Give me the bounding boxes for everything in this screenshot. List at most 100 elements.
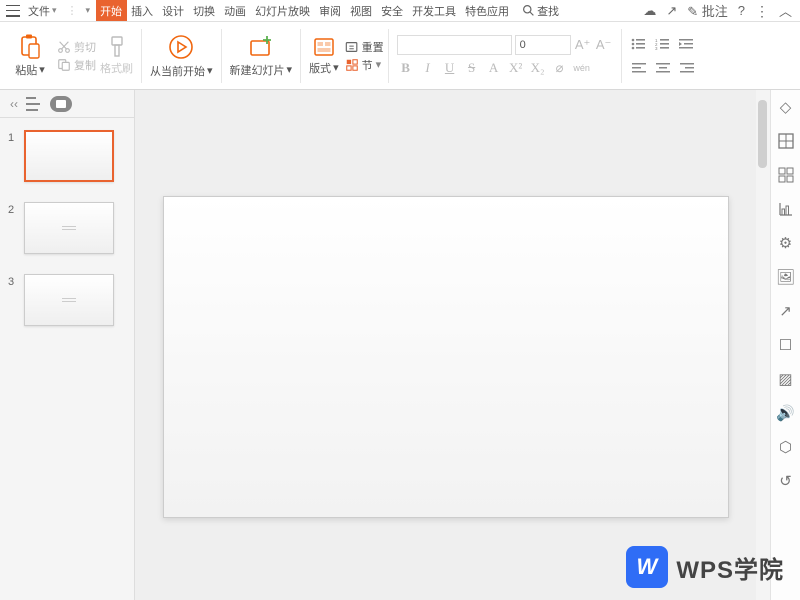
sidebar-collapse-icon[interactable]: ‹‹ [10,97,18,111]
layout-mini: 重置 节▾ [343,39,384,73]
grid-panel-icon[interactable] [777,166,795,184]
security-panel-icon[interactable]: ⬡ [777,438,795,456]
increase-font-icon[interactable]: A⁺ [574,36,592,54]
chevron-down-icon: ▾ [207,64,213,77]
wps-watermark: W WPS学院 [626,546,784,588]
content-area: ‹‹ 1 2 3 ◇ ⚙ 🖼 [0,90,800,600]
play-icon [167,33,195,61]
outline-view-icon[interactable] [26,97,42,111]
align-center-button[interactable] [654,59,672,77]
vertical-scrollbar[interactable] [756,90,770,600]
superscript-button[interactable]: X² [507,59,525,77]
format-painter-button[interactable]: 格式刷 [96,22,137,89]
separator [300,29,301,83]
annotate-button[interactable]: ✎ 批注 [687,1,728,20]
chevron-down-icon: ▾ [333,61,339,74]
bullet-list-button[interactable] [630,35,648,53]
search-label: 查找 [537,3,559,19]
section-button[interactable]: 节▾ [345,57,384,73]
chevron-down-icon: ▾ [39,63,45,76]
slide-thumb-2[interactable]: 2 [8,202,126,254]
font-size-combo[interactable]: 0 [515,35,571,55]
paste-label[interactable]: 粘贴▾ [15,62,45,78]
cloud-icon[interactable]: ☁ [643,3,656,19]
image-panel-icon[interactable]: 🖼 [777,268,795,286]
scissors-icon [57,40,71,54]
layout-button[interactable]: 版式▾ [305,22,343,89]
tab-transition[interactable]: 切换 [189,0,220,21]
paste-icon[interactable] [19,34,41,60]
number-list-button[interactable]: 123 [654,35,672,53]
slide-preview [24,130,114,182]
chevron-down-icon: ▾ [376,58,382,71]
collapse-panel-icon[interactable]: ◇ [777,98,795,116]
paragraph-group: 123 [626,22,700,89]
watermark-text: WPS学院 [676,550,784,585]
align-left-button[interactable] [630,59,648,77]
picture-panel-icon[interactable]: ▨ [777,370,795,388]
font-group: 0 A⁺ A⁻ B I U S A X² X₂ ⌀ wén [393,22,617,89]
paste-group: 粘贴▾ [5,22,55,89]
overflow-chevron-icon[interactable]: ▾ [86,5,91,16]
subscript-button[interactable]: X₂ [529,59,547,77]
new-slide-button[interactable]: 新建幻灯片▾ [226,22,297,89]
copy-button[interactable]: 复制 [57,57,96,73]
scrollbar-thumb[interactable] [758,100,767,168]
section-icon [345,58,359,72]
reset-button[interactable]: 重置 [345,39,384,55]
thumbnail-view-icon[interactable] [50,96,72,112]
chevron-down-icon: ▾ [52,5,57,16]
indent-increase-button[interactable] [678,35,696,53]
history-panel-icon[interactable]: ↺ [777,472,795,490]
tab-design[interactable]: 设计 [158,0,189,21]
tab-insert[interactable]: 插入 [127,0,158,21]
tab-view[interactable]: 视图 [346,0,377,21]
slide-thumb-3[interactable]: 3 [8,274,126,326]
tab-animation[interactable]: 动画 [220,0,251,21]
slide-canvas[interactable] [135,90,770,600]
share-icon[interactable]: ↗ [666,3,677,19]
strikethrough-button[interactable]: S [463,59,481,77]
separator [221,29,222,83]
underline-button[interactable]: U [441,59,459,77]
adjust-panel-icon[interactable]: ⚙ [777,234,795,252]
table-panel-icon[interactable] [777,132,795,150]
font-name-combo[interactable] [397,35,512,55]
tab-security[interactable]: 安全 [377,0,408,21]
collapse-ribbon-icon[interactable]: ︿ [779,1,792,20]
copy-icon [57,58,71,72]
ribbon-tabs: 开始 插入 设计 切换 动画 幻灯片放映 审阅 视图 安全 开发工具 特色应用 [96,0,514,21]
tab-special-apps[interactable]: 特色应用 [461,0,514,21]
align-right-button[interactable] [678,59,696,77]
tab-developer[interactable]: 开发工具 [408,0,461,21]
tab-start[interactable]: 开始 [96,0,127,21]
app-menu-icon[interactable] [6,5,20,17]
chart-panel-icon[interactable] [777,200,795,218]
separator [141,29,142,83]
pinyin-button[interactable]: wén [573,59,591,77]
cut-button[interactable]: 剪切 [57,39,96,55]
italic-button[interactable]: I [419,59,437,77]
slide-thumbnails: 1 2 3 [0,118,134,358]
more-icon[interactable]: ⋮ [755,7,769,15]
search-button[interactable]: 查找 [522,3,559,19]
file-menu[interactable]: 文件 ▾ [24,3,61,19]
current-slide[interactable] [163,196,729,518]
separator [388,29,389,83]
start-from-current-button[interactable]: 从当前开始▾ [146,22,217,89]
bold-button[interactable]: B [397,59,415,77]
help-icon[interactable]: ? [738,3,745,18]
slide-thumb-1[interactable]: 1 [8,130,126,182]
font-color-button[interactable]: A [485,59,503,77]
new-slide-icon [248,34,274,60]
decrease-font-icon[interactable]: A⁻ [595,36,613,54]
separator [621,29,622,83]
export-panel-icon[interactable]: ↗ [777,302,795,320]
audio-panel-icon[interactable]: 🔊 [777,404,795,422]
slide-number: 2 [8,202,18,216]
tab-slideshow[interactable]: 幻灯片放映 [251,0,315,21]
clipboard-mini: 剪切 复制 [55,39,96,73]
clear-format-button[interactable]: ⌀ [551,59,569,77]
tab-review[interactable]: 审阅 [315,0,346,21]
archive-panel-icon[interactable]: ☐ [777,336,795,354]
